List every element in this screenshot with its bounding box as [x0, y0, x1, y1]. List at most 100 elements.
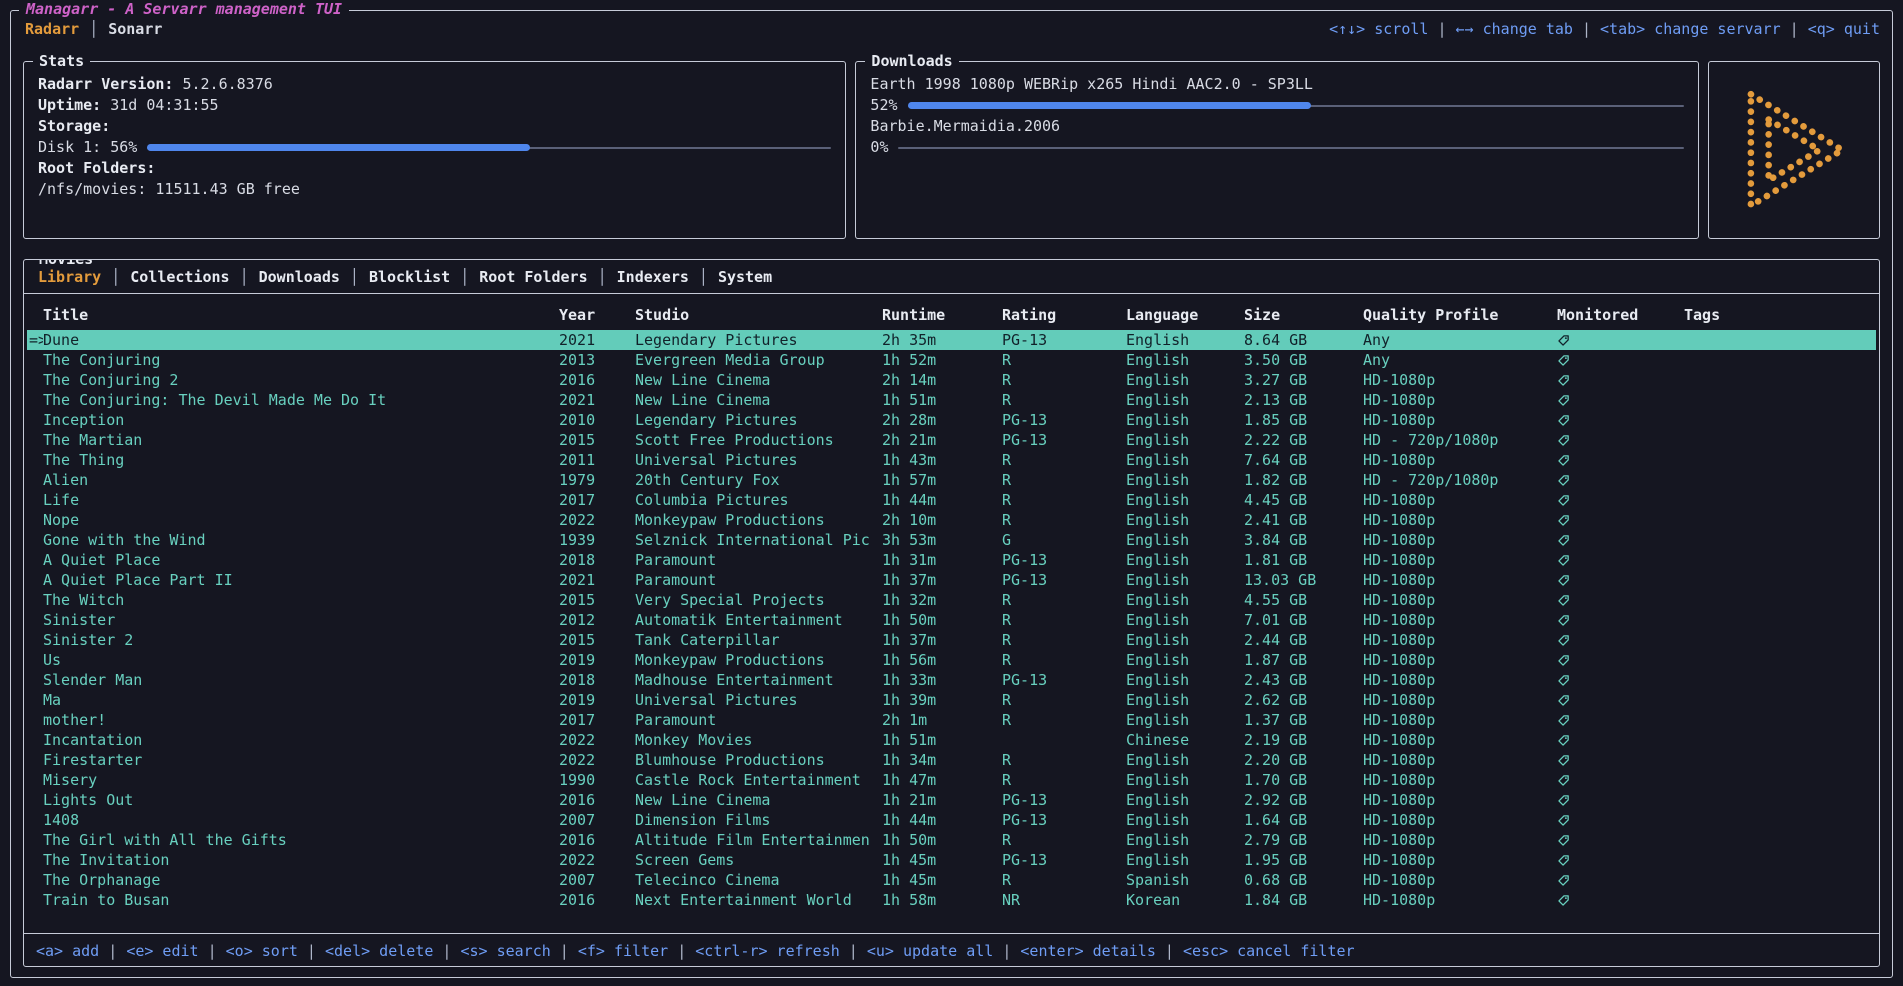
table-row[interactable]: Us2019Monkeypaw Productions1h 56mREnglis…	[27, 650, 1876, 670]
tab-collections[interactable]: Collections	[130, 268, 229, 286]
column-header-title: Title	[43, 306, 559, 324]
keybind-filter: <f> filter	[578, 942, 668, 960]
table-row[interactable]: Ma2019Universal Pictures1h 39mREnglish2.…	[27, 690, 1876, 710]
keybind-details: <enter> details	[1020, 942, 1155, 960]
keybind-separator: |	[668, 942, 695, 960]
version-value: 5.2.6.8376	[182, 74, 272, 95]
keybind-key: <enter>	[1020, 942, 1083, 960]
table-row[interactable]: Slender Man2018Madhouse Entertainment1h …	[27, 670, 1876, 690]
cell-language: English	[1126, 611, 1244, 629]
monitored-tag-icon	[1557, 514, 1570, 527]
table-row[interactable]: The Conjuring: The Devil Made Me Do It20…	[27, 390, 1876, 410]
tab-separator: │	[111, 268, 120, 286]
stats-panel: Stats Radarr Version: 5.2.6.8376 Uptime:…	[23, 61, 846, 239]
cell-monitored	[1557, 551, 1684, 569]
cell-quality-profile: HD-1080p	[1363, 511, 1557, 529]
cell-runtime: 1h 37m	[882, 571, 1002, 589]
monitored-tag-icon	[1557, 434, 1570, 447]
uptime-line: Uptime: 31d 04:31:55	[38, 95, 831, 116]
tab-library[interactable]: Library	[38, 268, 101, 286]
table-row[interactable]: Gone with the Wind1939Selznick Internati…	[27, 530, 1876, 550]
table-row[interactable]: The Thing2011Universal Pictures1h 43mREn…	[27, 450, 1876, 470]
table-row[interactable]: mother!2017Paramount2h 1mREnglish1.37 GB…	[27, 710, 1876, 730]
cell-year: 1990	[559, 771, 635, 789]
cell-year: 2018	[559, 671, 635, 689]
cell-title: 1408	[43, 811, 559, 829]
logo-panel	[1708, 61, 1880, 239]
keybind-key: <u>	[867, 942, 894, 960]
monitored-tag-icon	[1557, 654, 1570, 667]
cell-rating: R	[1002, 391, 1126, 409]
column-header-runtime: Runtime	[882, 306, 1002, 324]
cell-monitored	[1557, 711, 1684, 729]
cell-monitored	[1557, 851, 1684, 869]
cell-language: English	[1126, 771, 1244, 789]
cell-monitored	[1557, 651, 1684, 669]
stats-panel-title: Stats	[33, 52, 90, 70]
servarr-tab-radarr[interactable]: Radarr	[25, 20, 79, 38]
table-row[interactable]: Firestarter2022Blumhouse Productions1h 3…	[27, 750, 1876, 770]
table-row[interactable]: Inception2010Legendary Pictures2h 28mPG-…	[27, 410, 1876, 430]
table-row[interactable]: =>Dune2021Legendary Pictures2h 35mPG-13E…	[27, 330, 1876, 350]
cell-title: Firestarter	[43, 751, 559, 769]
table-row[interactable]: The Invitation2022Screen Gems1h 45mPG-13…	[27, 850, 1876, 870]
cell-monitored	[1557, 811, 1684, 829]
table-row[interactable]: Life2017Columbia Pictures1h 44mREnglish4…	[27, 490, 1876, 510]
row-selector-indicator: =>	[27, 331, 43, 349]
cell-runtime: 1h 31m	[882, 551, 1002, 569]
cell-title: The Orphanage	[43, 871, 559, 889]
table-row[interactable]: Lights Out2016New Line Cinema1h 21mPG-13…	[27, 790, 1876, 810]
cell-title: Slender Man	[43, 671, 559, 689]
table-row[interactable]: Nope2022Monkeypaw Productions2h 10mREngl…	[27, 510, 1876, 530]
cell-monitored	[1557, 491, 1684, 509]
tab-downloads[interactable]: Downloads	[259, 268, 340, 286]
cell-size: 1.95 GB	[1244, 851, 1363, 869]
table-row[interactable]: Alien197920th Century Fox1h 57mREnglish1…	[27, 470, 1876, 490]
table-row[interactable]: The Witch2015Very Special Projects1h 32m…	[27, 590, 1876, 610]
tab-indexers[interactable]: Indexers	[617, 268, 689, 286]
table-row[interactable]: The Martian2015Scott Free Productions2h …	[27, 430, 1876, 450]
table-row[interactable]: The Conjuring 22016New Line Cinema2h 14m…	[27, 370, 1876, 390]
table-row[interactable]: A Quiet Place Part II2021Paramount1h 37m…	[27, 570, 1876, 590]
cell-language: English	[1126, 551, 1244, 569]
cell-quality-profile: HD-1080p	[1363, 691, 1557, 709]
table-row[interactable]: Sinister2012Automatik Entertainment1h 50…	[27, 610, 1876, 630]
cell-size: 2.20 GB	[1244, 751, 1363, 769]
tab-root-folders[interactable]: Root Folders	[479, 268, 587, 286]
table-row[interactable]: The Girl with All the Gifts2016Altitude …	[27, 830, 1876, 850]
monitored-tag-icon	[1557, 374, 1570, 387]
table-row[interactable]: Sinister 22015Tank Caterpillar1h 37mREng…	[27, 630, 1876, 650]
keybind-sort: <o> sort	[226, 942, 298, 960]
cell-rating: G	[1002, 531, 1126, 549]
cell-rating: NR	[1002, 891, 1126, 909]
table-row[interactable]: The Orphanage2007Telecinco Cinema1h 45mR…	[27, 870, 1876, 890]
table-row[interactable]: 14082007Dimension Films1h 44mPG-13Englis…	[27, 810, 1876, 830]
table-row[interactable]: The Conjuring2013Evergreen Media Group1h…	[27, 350, 1876, 370]
table-row[interactable]: Misery1990Castle Rock Entertainment1h 47…	[27, 770, 1876, 790]
cell-monitored	[1557, 831, 1684, 849]
cell-year: 2012	[559, 611, 635, 629]
cell-monitored	[1557, 531, 1684, 549]
table-row[interactable]: Train to Busan2016Next Entertainment Wor…	[27, 890, 1876, 910]
monitored-tag-icon	[1557, 894, 1570, 907]
cell-runtime: 2h 28m	[882, 411, 1002, 429]
tab-blocklist[interactable]: Blocklist	[369, 268, 450, 286]
cell-rating: PG-13	[1002, 671, 1126, 689]
column-header-rating: Rating	[1002, 306, 1126, 324]
table-row[interactable]: Incantation2022Monkey Movies1h 51mChines…	[27, 730, 1876, 750]
column-header-quality-profile: Quality Profile	[1363, 306, 1557, 324]
column-header-monitored: Monitored	[1557, 306, 1684, 324]
cell-monitored	[1557, 671, 1684, 689]
servarr-tab-sonarr[interactable]: Sonarr	[108, 20, 162, 38]
cell-studio: Automatik Entertainment	[635, 611, 882, 629]
tab-system[interactable]: System	[718, 268, 772, 286]
movies-table-body[interactable]: =>Dune2021Legendary Pictures2h 35mPG-13E…	[27, 330, 1876, 910]
monitored-tag-icon	[1557, 414, 1570, 427]
cell-runtime: 2h 10m	[882, 511, 1002, 529]
download-name: Barbie.Mermaidia.2006	[870, 116, 1684, 137]
disk-usage-line: Disk 1: 56%	[38, 137, 831, 158]
table-row[interactable]: A Quiet Place2018Paramount1h 31mPG-13Eng…	[27, 550, 1876, 570]
cell-year: 2015	[559, 591, 635, 609]
tab-separator: │	[460, 268, 469, 286]
cell-quality-profile: HD-1080p	[1363, 811, 1557, 829]
